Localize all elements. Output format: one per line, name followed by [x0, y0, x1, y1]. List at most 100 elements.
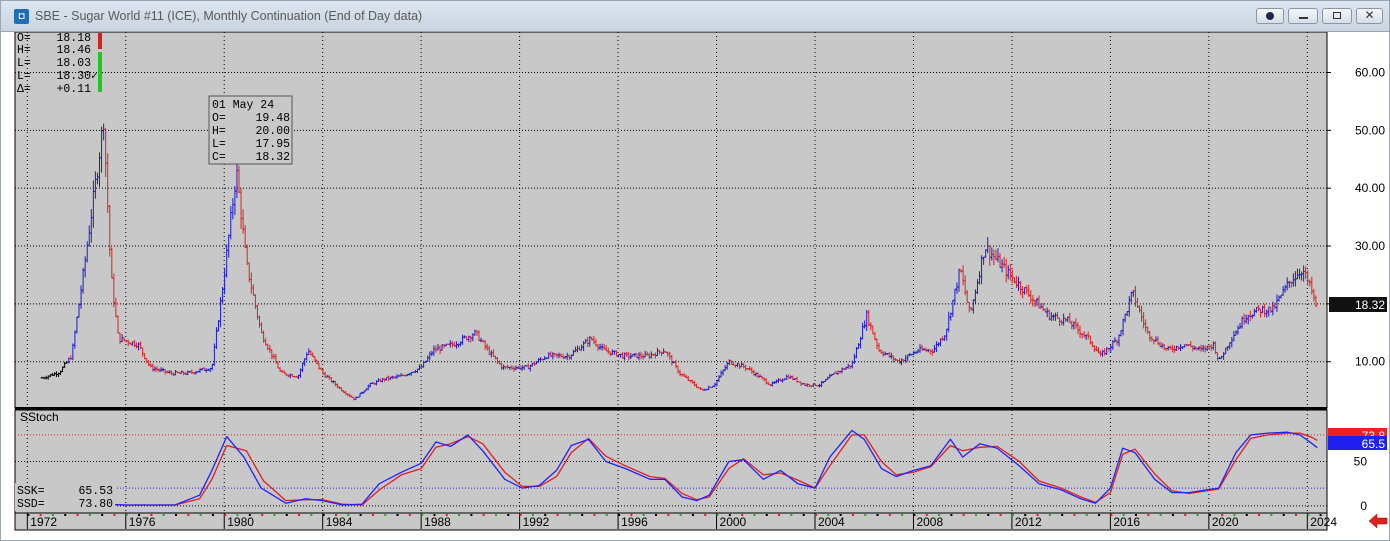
ohlc-last-value: 18.30	[56, 70, 91, 83]
x-month-mark	[51, 514, 54, 516]
x-month-mark	[408, 514, 411, 516]
tooltip-high-label: H=	[212, 125, 226, 138]
ssd-label: SSD=	[17, 498, 45, 511]
x-month-mark	[815, 514, 817, 516]
x-month-mark	[827, 514, 830, 516]
x-month-mark	[371, 514, 374, 516]
price-tick-label: 60.00	[1355, 65, 1385, 79]
x-month-mark	[298, 514, 301, 516]
ohlc-high-value: 18.46	[56, 44, 91, 57]
x-month-mark	[938, 514, 941, 516]
x-month-mark	[310, 514, 313, 516]
x-month-mark	[568, 514, 571, 516]
x-month-mark	[630, 514, 633, 516]
tooltip-open-value: 19.48	[255, 112, 290, 125]
x-month-mark	[1196, 514, 1199, 516]
x-month-mark	[679, 514, 682, 516]
x-month-mark	[593, 514, 596, 516]
price-tick-label: 50.00	[1355, 123, 1385, 137]
x-month-mark	[1319, 514, 1322, 516]
x-month-mark	[975, 514, 977, 516]
x-month-mark	[495, 514, 497, 516]
x-tick-label: 2024	[1310, 515, 1337, 529]
maximize-button[interactable]	[1322, 8, 1352, 24]
x-tick-label: 1972	[30, 515, 57, 529]
x-month-mark	[39, 514, 42, 516]
x-month-mark	[950, 514, 953, 516]
x-month-mark	[64, 514, 67, 516]
indicator-tags: 73.8 65.5	[1328, 428, 1387, 451]
x-month-mark	[1036, 514, 1039, 516]
indicator-readout: SSK= 65.53 SSD= 73.80	[15, 483, 115, 511]
indicator-tick-label: 50	[1354, 455, 1368, 469]
circle-icon	[1266, 12, 1274, 20]
x-month-mark	[175, 514, 177, 516]
x-month-mark	[605, 514, 608, 516]
tooltip-close-label: C=	[212, 151, 226, 164]
x-month-mark	[1233, 514, 1236, 516]
minimize-button[interactable]	[1288, 8, 1318, 24]
x-month-mark	[531, 514, 534, 516]
x-month-mark	[741, 514, 744, 516]
x-month-mark	[27, 514, 30, 516]
x-month-mark	[765, 514, 768, 516]
indicator-name: SStoch	[20, 410, 59, 424]
title-bar[interactable]: ◘ SBE - Sugar World #11 (ICE), Monthly C…	[1, 1, 1389, 32]
x-month-mark	[1024, 514, 1027, 516]
price-tick-label: 40.00	[1355, 181, 1385, 195]
x-month-mark	[851, 514, 854, 516]
x-month-mark	[1110, 514, 1113, 516]
x-month-mark	[1122, 514, 1125, 516]
chart-canvas[interactable]: 10.00 20.00 30.00 40.00 50.00 60.00 0 50 1972 1…	[1, 32, 1389, 540]
ohlc-green-marker	[98, 52, 102, 92]
x-month-mark	[384, 514, 387, 516]
close-button[interactable]: ✕	[1356, 8, 1383, 24]
x-tick-label: 2012	[1015, 515, 1042, 529]
x-tick-label: 2008	[916, 515, 943, 529]
x-month-mark	[704, 514, 707, 516]
ohlc-high-label: H=	[17, 44, 31, 57]
x-month-mark	[1011, 514, 1014, 516]
x-month-mark	[802, 514, 805, 516]
ohlc-readout: O= 18.18 H= 18.46 L= 18.03 L= 18.30 ✓ Δ=…	[17, 32, 102, 96]
x-month-mark	[1135, 514, 1137, 516]
x-tick-label: 2020	[1212, 515, 1239, 529]
x-month-mark	[1245, 514, 1248, 516]
x-month-mark	[1085, 514, 1088, 516]
x-month-mark	[1184, 514, 1187, 516]
x-month-mark	[101, 514, 104, 516]
chart-window: ◘ SBE - Sugar World #11 (ICE), Monthly C…	[0, 0, 1390, 541]
x-month-mark	[1295, 514, 1297, 516]
x-tick-label: 1996	[621, 515, 648, 529]
x-month-mark	[999, 514, 1002, 516]
x-month-mark	[507, 514, 510, 516]
current-price-tag: 18.32	[1329, 297, 1387, 312]
x-month-mark	[211, 514, 214, 516]
x-month-mark	[433, 514, 436, 516]
x-tick-label: 2000	[720, 515, 747, 529]
ohlc-low-value: 18.03	[56, 57, 91, 70]
x-month-mark	[581, 514, 584, 516]
ssk-tag-text: 65.5	[1362, 437, 1386, 451]
x-month-mark	[322, 514, 325, 516]
ohlc-last-label: L=	[17, 70, 31, 83]
x-month-mark	[544, 514, 547, 516]
x-month-mark	[458, 514, 461, 516]
x-month-mark	[642, 514, 645, 516]
tooltip-date: 01 May 24	[212, 99, 274, 112]
x-month-mark	[150, 514, 153, 516]
x-tick-label: 1988	[424, 515, 451, 529]
x-tick-label: 1984	[326, 515, 353, 529]
window-title: SBE - Sugar World #11 (ICE), Monthly Con…	[35, 9, 423, 23]
x-month-mark	[987, 514, 990, 516]
x-month-mark	[839, 514, 842, 516]
x-month-mark	[482, 514, 485, 516]
x-month-mark	[691, 514, 694, 516]
x-month-mark	[519, 514, 522, 516]
x-month-mark	[113, 514, 116, 516]
x-month-mark	[470, 514, 473, 516]
indicator-tick-label: 0	[1360, 499, 1367, 513]
ohlc-low-label: L=	[17, 57, 31, 70]
x-tick-label: 2016	[1113, 515, 1140, 529]
circle-button[interactable]	[1256, 8, 1284, 24]
